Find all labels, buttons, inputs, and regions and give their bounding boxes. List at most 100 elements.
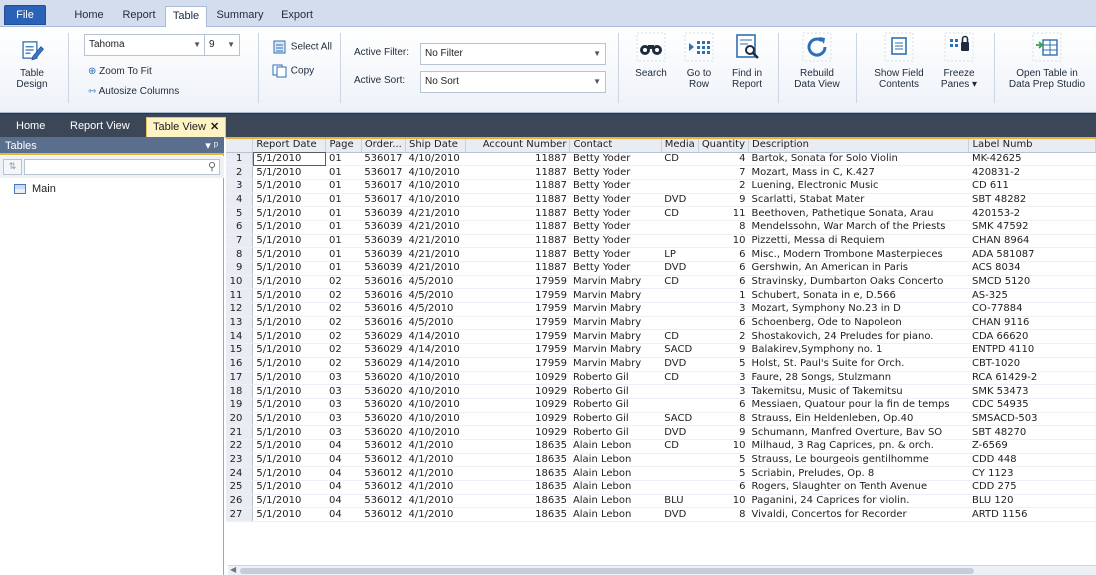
table-cell[interactable]: CD 611 bbox=[968, 179, 1096, 194]
table-cell[interactable]: 02 bbox=[325, 329, 362, 345]
table-cell[interactable]: 5/1/2010 bbox=[252, 152, 326, 167]
table-cell[interactable]: 17959 bbox=[465, 329, 570, 345]
table-cell[interactable]: 536012 bbox=[361, 507, 406, 523]
table-cell[interactable]: ADA 581087 bbox=[968, 247, 1096, 262]
table-cell[interactable]: 4/1/2010 bbox=[405, 466, 466, 481]
table-row[interactable]: 27 5/1/2010 04 536012 4/1/2010 18635 Alain Leb… bbox=[226, 507, 1096, 523]
table-cell[interactable]: 01 bbox=[325, 234, 362, 249]
table-cell[interactable]: CD bbox=[661, 371, 699, 386]
table-cell[interactable]: Roberto Gil bbox=[569, 384, 662, 399]
table-cell[interactable]: 6 bbox=[698, 316, 749, 331]
table-cell[interactable]: 01 bbox=[325, 193, 362, 208]
table-cell[interactable]: 11887 bbox=[465, 152, 570, 167]
table-cell[interactable]: 5/1/2010 bbox=[252, 398, 326, 413]
table-cell[interactable]: 17959 bbox=[465, 275, 570, 290]
table-cell[interactable]: 5/1/2010 bbox=[252, 439, 326, 454]
table-cell[interactable]: 10929 bbox=[465, 398, 570, 413]
table-cell[interactable]: Scriabin, Preludes, Op. 8 bbox=[748, 466, 969, 481]
table-cell[interactable]: Luening, Electronic Music bbox=[748, 179, 969, 194]
table-cell[interactable]: Marvin Mabry bbox=[569, 316, 662, 331]
table-row[interactable]: 13 5/1/2010 02 536016 4/5/2010 17959 Marvin Ma… bbox=[226, 316, 1096, 331]
table-cell[interactable]: 5/1/2010 bbox=[252, 480, 326, 495]
table-cell[interactable]: MK-42625 bbox=[968, 152, 1096, 167]
table-cell[interactable]: 5/1/2010 bbox=[252, 425, 326, 440]
table-cell[interactable]: Schumann, Manfred Overture, Bav SO bbox=[748, 425, 969, 440]
table-cell[interactable]: 10 bbox=[698, 439, 749, 454]
table-cell[interactable] bbox=[661, 398, 699, 413]
copy-button[interactable]: Copy bbox=[272, 64, 314, 79]
table-cell[interactable]: Mozart, Mass in C, K.427 bbox=[748, 165, 969, 180]
table-cell[interactable]: 536012 bbox=[361, 453, 406, 468]
row-number[interactable]: 7 bbox=[226, 234, 254, 249]
table-cell[interactable]: 536020 bbox=[361, 398, 406, 413]
table-cell[interactable]: 3 bbox=[698, 371, 749, 386]
table-cell[interactable]: CD bbox=[661, 329, 699, 345]
table-cell[interactable]: Holst, St. Paul's Suite for Orch. bbox=[748, 357, 969, 372]
autosize-columns-button[interactable]: ⇿ Autosize Columns bbox=[88, 85, 179, 99]
table-cell[interactable]: 4/21/2010 bbox=[405, 261, 466, 276]
table-row[interactable]: 17 5/1/2010 03 536020 4/10/2010 10929 Roberto … bbox=[226, 371, 1096, 386]
table-cell[interactable]: Faure, 28 Songs, Stulzmann bbox=[748, 371, 969, 386]
table-cell[interactable]: 01 bbox=[325, 206, 362, 221]
row-number[interactable]: 2 bbox=[226, 165, 254, 180]
table-cell[interactable]: 4/10/2010 bbox=[405, 371, 466, 386]
table-cell[interactable]: Betty Yoder bbox=[569, 206, 662, 221]
table-cell[interactable]: 4/10/2010 bbox=[405, 384, 466, 399]
table-cell[interactable]: Roberto Gil bbox=[569, 398, 662, 413]
table-cell[interactable]: 18635 bbox=[465, 480, 570, 495]
table-cell[interactable]: 17959 bbox=[465, 302, 570, 317]
table-cell[interactable]: 536020 bbox=[361, 412, 406, 427]
row-number[interactable]: 15 bbox=[226, 343, 254, 358]
table-cell[interactable]: SBT 48270 bbox=[968, 425, 1096, 440]
table-cell[interactable] bbox=[661, 220, 699, 235]
row-number[interactable]: 19 bbox=[226, 398, 254, 413]
table-cell[interactable]: 4/14/2010 bbox=[405, 357, 466, 372]
table-cell[interactable]: LP bbox=[661, 247, 699, 262]
row-number[interactable]: 21 bbox=[226, 425, 254, 440]
column-header-label-numb[interactable]: Label Numb bbox=[968, 139, 1096, 153]
table-cell[interactable]: 5/1/2010 bbox=[252, 206, 326, 221]
table-cell[interactable]: CO-77884 bbox=[968, 302, 1096, 317]
select-all-button[interactable]: Select All bbox=[272, 40, 332, 55]
table-cell[interactable]: SMSACD-503 bbox=[968, 412, 1096, 427]
table-cell[interactable]: Betty Yoder bbox=[569, 165, 662, 180]
freeze-panes-button[interactable]: Freeze Panes ▾ bbox=[934, 31, 984, 90]
table-cell[interactable]: SMK 47592 bbox=[968, 220, 1096, 235]
table-cell[interactable]: CD bbox=[661, 439, 699, 454]
table-cell[interactable]: 11887 bbox=[465, 234, 570, 249]
table-cell[interactable] bbox=[661, 453, 699, 468]
table-cell[interactable]: 4/21/2010 bbox=[405, 234, 466, 249]
table-row[interactable]: 5 5/1/2010 01 536039 4/21/2010 11887 Betty Yod… bbox=[226, 206, 1096, 221]
table-cell[interactable]: DVD bbox=[661, 261, 699, 276]
table-cell[interactable]: CD bbox=[661, 206, 699, 221]
table-cell[interactable]: Betty Yoder bbox=[569, 234, 662, 249]
table-cell[interactable]: SMK 53473 bbox=[968, 384, 1096, 399]
table-cell[interactable]: CDD 448 bbox=[968, 453, 1096, 468]
table-cell[interactable]: Strauss, Ein Heldenleben, Op.40 bbox=[748, 412, 969, 427]
table-cell[interactable]: 5/1/2010 bbox=[252, 179, 326, 194]
table-cell[interactable]: 18635 bbox=[465, 494, 570, 509]
column-header-order[interactable]: Order... bbox=[361, 139, 407, 153]
table-row[interactable]: 11 5/1/2010 02 536016 4/5/2010 17959 Marvin Ma… bbox=[226, 288, 1096, 304]
table-cell[interactable]: 536012 bbox=[361, 480, 406, 495]
table-cell[interactable]: 5/1/2010 bbox=[252, 234, 326, 249]
table-cell[interactable]: 5/1/2010 bbox=[252, 357, 326, 372]
table-cell[interactable]: Mendelssohn, War March of the Priests bbox=[748, 220, 969, 235]
table-cell[interactable]: 536017 bbox=[361, 152, 406, 167]
table-cell[interactable]: Alain Lebon bbox=[569, 480, 662, 495]
table-cell[interactable]: DVD bbox=[661, 193, 699, 208]
column-header-contact[interactable]: Contact bbox=[569, 139, 662, 153]
table-cell[interactable]: 04 bbox=[325, 466, 362, 481]
row-number[interactable]: 9 bbox=[226, 261, 254, 276]
table-cell[interactable]: 17959 bbox=[465, 316, 570, 331]
table-cell[interactable]: 536016 bbox=[361, 316, 406, 331]
scroll-left-icon[interactable]: ◀ bbox=[230, 565, 236, 574]
table-cell[interactable]: 18635 bbox=[465, 466, 570, 481]
tab-export[interactable]: Export bbox=[272, 6, 322, 27]
table-cell[interactable]: Marvin Mabry bbox=[569, 357, 662, 372]
table-cell[interactable]: 536012 bbox=[361, 466, 406, 481]
row-number[interactable]: 8 bbox=[226, 247, 254, 262]
table-cell[interactable]: 536039 bbox=[361, 234, 406, 249]
table-row[interactable]: 1 5/1/2010 01 536017 4/10/2010 11887 Betty Yod… bbox=[226, 152, 1096, 167]
row-number[interactable]: 20 bbox=[226, 412, 254, 427]
